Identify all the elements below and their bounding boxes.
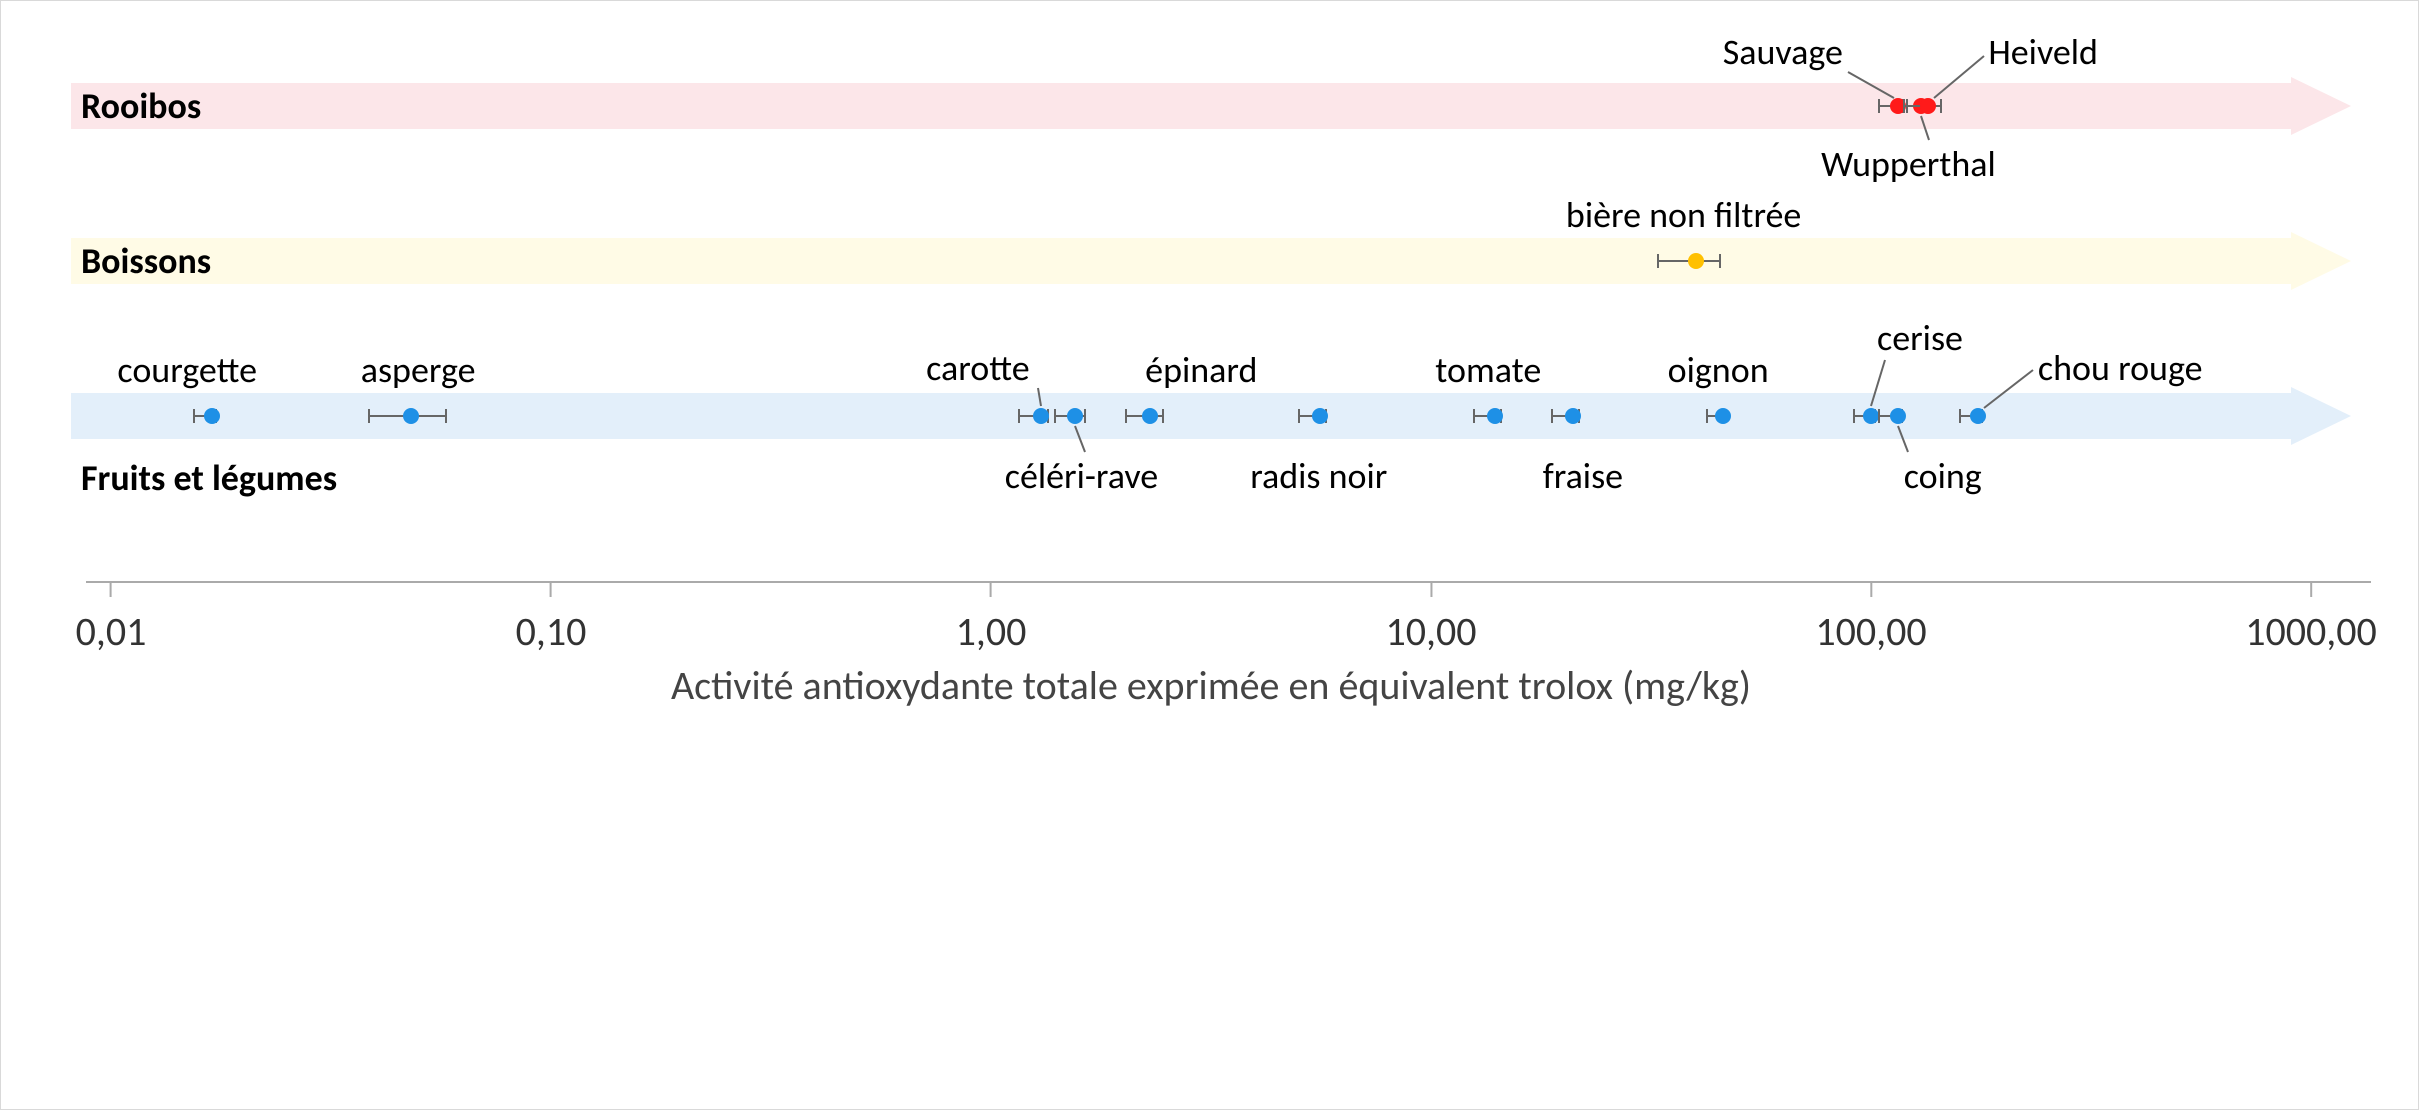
data-point [1312,408,1328,424]
marker-dot [1142,408,1158,424]
marker-dot [1715,408,1731,424]
data-label: Wupperthal [1821,142,1996,186]
marker-dot [1688,253,1704,269]
axis-tick: 0,01 [76,581,147,656]
data-label: courgette [117,348,257,392]
data-point [204,408,220,424]
data-label: Sauvage [1723,30,1843,74]
tick-label: 0,01 [76,607,147,656]
data-point [1142,408,1158,424]
data-label: Heiveld [1988,30,2098,74]
data-point [1565,408,1581,424]
marker-dot [1487,408,1503,424]
tick-label: 100,00 [1815,607,1926,656]
data-label: bière non filtrée [1566,193,1801,237]
marker-dot [1033,408,1049,424]
x-axis [86,581,2371,583]
band-label: Fruits et légumes [81,456,337,500]
axis-tick: 10,00 [1385,581,1476,656]
data-point [1487,408,1503,424]
band-arrow [71,232,2351,290]
data-label: asperge [361,348,476,392]
axis-tick: 1000,00 [2245,581,2377,656]
band-label: Rooibos [81,84,201,128]
data-point [1970,408,1986,424]
x-axis-label: Activité antioxydante totale exprimée en… [111,661,2311,710]
marker-dot [403,408,419,424]
data-label: coing [1904,454,1982,498]
marker-dot [1970,408,1986,424]
data-point [1688,253,1704,269]
marker-dot [1890,408,1906,424]
data-label: chou rouge [2038,346,2203,390]
data-label: fraise [1543,454,1623,498]
marker-dot [1920,98,1936,114]
data-label: épinard [1145,348,1257,392]
tick-label: 0,10 [516,607,587,656]
tick-label: 1000,00 [2245,607,2377,656]
band-arrow [71,77,2351,135]
tick-label: 1,00 [956,607,1027,656]
marker-dot [1067,408,1083,424]
data-point [1715,408,1731,424]
marker-dot [1565,408,1581,424]
tick-label: 10,00 [1385,607,1476,656]
data-point [403,408,419,424]
data-label: tomate [1435,348,1541,392]
data-label: carotte [926,346,1029,390]
data-point [1863,408,1879,424]
marker-dot [204,408,220,424]
data-label: céléri-rave [1005,454,1158,498]
chart-frame: Rooibos Boissons Fruits et légumes courgett… [0,0,2419,1110]
axis-tick: 1,00 [956,581,1027,656]
axis-tick: 100,00 [1815,581,1926,656]
data-point [1920,98,1936,114]
data-label: radis noir [1250,454,1387,498]
data-label: oignon [1668,348,1769,392]
marker-dot [1863,408,1879,424]
plot-area: RooibosBoissonsFruits et légumescourgett… [111,61,2351,941]
marker-dot [1312,408,1328,424]
axis-tick: 0,10 [516,581,587,656]
data-point [1890,408,1906,424]
data-point [1067,408,1083,424]
data-point [1033,408,1049,424]
data-label: cerise [1877,316,1963,360]
band-label: Boissons [81,239,211,283]
